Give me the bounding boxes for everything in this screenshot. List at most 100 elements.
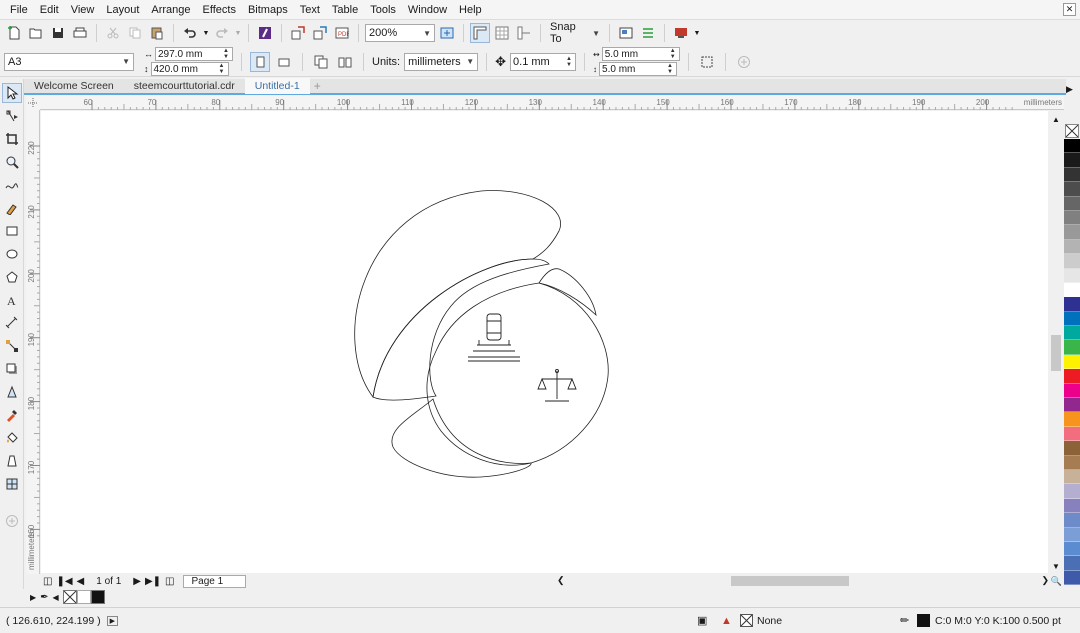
palette-swatch[interactable]	[1064, 513, 1080, 528]
color-eyedropper-tool-icon[interactable]	[2, 405, 22, 425]
cut-icon[interactable]	[103, 23, 123, 43]
publish-pdf-icon[interactable]: PDF	[332, 23, 352, 43]
add-tab-icon[interactable]: +	[310, 78, 325, 94]
vertical-ruler[interactable]: 220 210 200 190 180 170 160 millimeters	[26, 110, 40, 574]
spin-arrows-icon[interactable]: ▲ ▼	[218, 63, 226, 75]
paste-icon[interactable]	[147, 23, 167, 43]
fill-bucket-icon[interactable]: ▲	[721, 615, 732, 627]
next-page-icon[interactable]: ▶	[133, 576, 141, 587]
last-page-icon[interactable]: ▶❚	[145, 576, 161, 587]
palette-swatch[interactable]	[1064, 556, 1080, 571]
open-icon[interactable]	[26, 23, 46, 43]
save-icon[interactable]	[48, 23, 68, 43]
palette-swatch[interactable]	[1064, 484, 1080, 499]
drop-shadow-tool-icon[interactable]	[2, 359, 22, 379]
portrait-icon[interactable]	[250, 51, 270, 72]
palette-swatch[interactable]	[1064, 354, 1080, 370]
palette-swatch[interactable]	[1064, 182, 1080, 197]
menu-file[interactable]: File	[4, 0, 34, 20]
search-content-icon[interactable]	[255, 23, 275, 43]
crop-tool-icon[interactable]	[2, 129, 22, 149]
interactive-fill-tool-icon[interactable]	[2, 428, 22, 448]
spin-arrows-icon[interactable]: ▲ ▼	[669, 48, 677, 60]
full-screen-preview-icon[interactable]	[437, 23, 457, 43]
palette-swatch[interactable]	[1064, 153, 1080, 168]
palette-swatch[interactable]	[1064, 426, 1080, 442]
add-tool-icon[interactable]	[2, 511, 22, 531]
scroll-thumb[interactable]	[1051, 335, 1061, 371]
menu-window[interactable]: Window	[402, 0, 453, 20]
options-icon[interactable]	[638, 23, 658, 43]
menu-tools[interactable]: Tools	[364, 0, 402, 20]
print-icon[interactable]	[70, 23, 90, 43]
palette-swatch[interactable]	[1064, 167, 1080, 183]
palette-swatch[interactable]	[1064, 297, 1080, 312]
menu-bitmaps[interactable]: Bitmaps	[242, 0, 294, 20]
page-size-combo[interactable]: A3 ▼	[4, 52, 134, 71]
text-tool-icon[interactable]: A	[2, 290, 22, 310]
connector-tool-icon[interactable]	[2, 336, 22, 356]
palette-swatch[interactable]	[1064, 541, 1080, 557]
rectangle-tool-icon[interactable]	[2, 221, 22, 241]
freehand-tool-icon[interactable]	[2, 175, 22, 195]
palette-swatch[interactable]	[1064, 139, 1080, 154]
palette-swatch[interactable]	[1064, 469, 1080, 485]
show-rulers-icon[interactable]	[470, 23, 490, 43]
mesh-fill-tool-icon[interactable]	[2, 474, 22, 494]
palette-swatch[interactable]	[1064, 254, 1080, 269]
drawing-canvas[interactable]	[41, 111, 1064, 573]
palette-swatch[interactable]	[1064, 527, 1080, 542]
units-combo[interactable]: millimeters ▼	[404, 52, 479, 71]
coordinates-arrow-icon[interactable]: ▶	[106, 615, 118, 626]
palette-swatch[interactable]	[1064, 326, 1080, 341]
palette-swatch[interactable]	[1064, 311, 1080, 327]
undo-dropdown-icon[interactable]: ▼	[202, 23, 210, 43]
outline-pen-icon[interactable]: ✏	[900, 614, 909, 627]
scroll-thumb-horizontal[interactable]	[731, 576, 849, 586]
palette-swatch[interactable]	[1064, 441, 1080, 456]
menu-help[interactable]: Help	[453, 0, 488, 20]
duplicate-y-field[interactable]: 5.0 mm ▲ ▼	[599, 62, 678, 76]
zoom-level-combo[interactable]: 200% ▼	[365, 24, 435, 42]
panel-arrow-icon[interactable]: ▶	[1066, 84, 1073, 95]
palette-swatch[interactable]	[1064, 225, 1080, 240]
menu-view[interactable]: View	[65, 0, 101, 20]
menu-arrange[interactable]: Arrange	[145, 0, 196, 20]
palette-swatch[interactable]	[1064, 498, 1080, 514]
treat-as-filled-icon[interactable]	[697, 52, 717, 72]
horizontal-scrollbar[interactable]: ❮ ❯	[553, 575, 1049, 587]
no-color-swatch-doc[interactable]	[62, 590, 77, 604]
eyedropper-icon[interactable]: ✒	[40, 592, 48, 603]
black-swatch[interactable]	[90, 590, 105, 604]
show-guidelines-icon[interactable]	[514, 23, 534, 43]
new-document-icon[interactable]	[4, 23, 24, 43]
zoom-tool-icon[interactable]	[2, 152, 22, 172]
palette-swatch[interactable]	[1064, 210, 1080, 226]
white-swatch[interactable]	[76, 590, 91, 604]
add-page-icon[interactable]: ◫	[165, 576, 174, 587]
ruler-origin[interactable]	[26, 96, 40, 110]
palette-arrow-icon[interactable]: ▶	[30, 593, 36, 602]
menu-text[interactable]: Text	[294, 0, 326, 20]
undo-icon[interactable]	[180, 23, 200, 43]
transparency-tool-icon[interactable]	[2, 382, 22, 402]
page-height-field[interactable]: 420.0 mm ▲ ▼	[150, 62, 229, 76]
smart-fill-tool-icon[interactable]	[2, 451, 22, 471]
ellipse-tool-icon[interactable]	[2, 244, 22, 264]
spin-arrows-icon[interactable]: ▲ ▼	[222, 48, 230, 60]
scroll-up-icon[interactable]: ▲	[1052, 115, 1060, 124]
import-icon[interactable]	[288, 23, 308, 43]
snap-to-dropdown[interactable]: Snap To ▼	[547, 21, 603, 45]
redo-dropdown-icon[interactable]: ▼	[234, 23, 242, 43]
scroll-left-icon[interactable]: ❮	[557, 575, 565, 586]
nudge-distance-field[interactable]: 0.1 mm ▲ ▼	[510, 52, 577, 71]
palette-swatch[interactable]	[1064, 455, 1080, 470]
palette-swatch[interactable]	[1064, 282, 1080, 298]
close-document-icon[interactable]: ✕	[1063, 3, 1076, 16]
duplicate-x-field[interactable]: 5.0 mm ▲ ▼	[601, 47, 680, 61]
tab-welcome-screen[interactable]: Welcome Screen	[24, 78, 124, 94]
export-icon[interactable]	[310, 23, 330, 43]
palette-swatch[interactable]	[1064, 570, 1080, 586]
palette-swatch[interactable]	[1064, 239, 1080, 255]
show-grid-icon[interactable]	[492, 23, 512, 43]
